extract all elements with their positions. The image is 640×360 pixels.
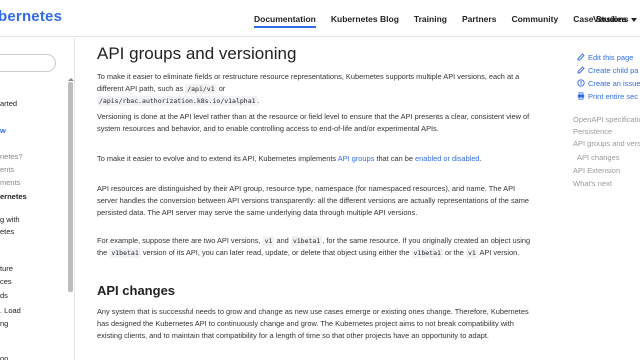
toc-item[interactable]: Persistence <box>573 127 612 136</box>
toc-item[interactable]: API Extension <box>573 166 620 175</box>
paragraph-text: or <box>218 84 226 93</box>
paragraph-text: For example, suppose there are two API v… <box>97 236 261 245</box>
sidebar-item[interactable]: netes? <box>0 152 23 161</box>
paragraph-api-groups: To make it easier to evolve and to exten… <box>97 153 533 165</box>
sidebar-item[interactable]: on <box>0 354 8 360</box>
sidebar-item[interactable]: arted <box>0 99 17 108</box>
code-v1beta1: v1beta1 <box>411 248 443 258</box>
code-v1beta1: v1beta1 <box>290 236 323 246</box>
nav-versions-label: Versions <box>593 14 629 24</box>
paragraph-text: version of its API, you can later read, … <box>142 248 410 257</box>
paragraph-example: For example, suppose there are two API v… <box>97 235 533 259</box>
top-navbar: bernetes Documentation Kubernetes Blog T… <box>0 0 640 37</box>
nav-training[interactable]: Training <box>414 0 447 37</box>
edit-page-label: Edit this page <box>588 53 634 62</box>
paragraph-text: that can be <box>376 154 413 163</box>
toc-item[interactable]: OpenAPI specification <box>573 115 640 124</box>
print-icon <box>577 92 585 100</box>
left-sidebar: arted w netes? ents ments ernetes g with… <box>0 38 75 360</box>
edit-icon <box>577 53 585 61</box>
sidebar-item[interactable]: ds <box>0 291 8 300</box>
nav-partners[interactable]: Partners <box>462 0 497 37</box>
paragraph-text: . <box>479 154 482 163</box>
create-issue-label: Create an issue <box>588 79 640 88</box>
sidebar-item[interactable]: w <box>0 126 6 135</box>
create-child-page-link[interactable]: Create child pa <box>577 66 638 75</box>
code-v1beta1: v1beta1 <box>109 248 141 258</box>
sidebar-item[interactable]: ture <box>0 264 13 273</box>
nav-documentation[interactable]: Documentation <box>254 0 316 37</box>
link-enabled-or-disabled[interactable]: enabled or disabled <box>415 154 480 163</box>
paragraph-versioning: Versioning is done at the API level rath… <box>97 112 530 133</box>
sidebar-search-input[interactable] <box>0 54 56 72</box>
page-title: API groups and versioning <box>97 44 297 63</box>
nav-community[interactable]: Community <box>511 0 558 37</box>
paragraph-text: To make it easier to eliminate fields or… <box>97 72 520 93</box>
link-api-groups[interactable]: API groups <box>338 154 375 163</box>
scroll-up-arrow-icon[interactable] <box>68 78 74 81</box>
code-api-v1: /api/v1 <box>185 84 217 94</box>
sidebar-item[interactable]: ces <box>0 277 12 286</box>
paragraph-api-resources: API resources are distinguished by their… <box>97 184 530 217</box>
paragraph-text: and <box>276 236 289 245</box>
code-rbac-path: /apis/rbac.authorization.k8s.io/v1alpha1 <box>97 96 258 106</box>
code-v1: v1 <box>262 236 275 246</box>
toc-item[interactable]: API changes <box>577 153 620 162</box>
toc-item[interactable]: API groups and versioning <box>573 139 640 148</box>
edit-icon <box>577 66 585 74</box>
nav-versions-dropdown[interactable]: Versions <box>593 0 638 37</box>
sidebar-item[interactable]: . Load <box>0 306 21 315</box>
paragraph-api-versions: To make it easier to eliminate fields or… <box>97 71 533 107</box>
toc-item[interactable]: What's next <box>573 179 612 188</box>
right-toc: Edit this page Create child pa Create an… <box>573 38 640 360</box>
paragraph-text: . <box>257 96 260 105</box>
create-child-page-label: Create child pa <box>588 66 639 75</box>
paragraph-text: To make it easier to evolve and to exten… <box>97 154 337 163</box>
sidebar-item[interactable]: ments <box>0 178 20 187</box>
sidebar-item[interactable]: ents <box>0 165 14 174</box>
sidebar-item[interactable]: g with <box>0 215 20 224</box>
print-section-link[interactable]: Print entire sec <box>577 92 638 101</box>
sidebar-item[interactable]: etes <box>0 227 14 236</box>
section-title-api-changes: API changes <box>97 283 176 298</box>
sidebar-scrollbar[interactable] <box>68 82 73 292</box>
issue-icon <box>577 79 585 87</box>
paragraph-api-changes: Any system that is successful needs to g… <box>97 307 529 340</box>
nav-kubernetes-blog[interactable]: Kubernetes Blog <box>331 0 399 37</box>
paragraph-text: or the <box>444 248 464 257</box>
brand-logo-text[interactable]: bernetes <box>0 8 62 25</box>
create-issue-link[interactable]: Create an issue <box>577 79 640 88</box>
sidebar-item[interactable]: ng <box>0 319 8 328</box>
chevron-down-icon <box>631 17 638 22</box>
code-v1: v1 <box>465 248 478 258</box>
paragraph-text: API version. <box>479 248 520 257</box>
sidebar-item-active[interactable]: ernetes <box>0 192 27 201</box>
edit-page-link[interactable]: Edit this page <box>577 53 633 62</box>
print-section-label: Print entire sec <box>588 92 639 101</box>
nav-links: Documentation Kubernetes Blog Training P… <box>254 0 640 37</box>
